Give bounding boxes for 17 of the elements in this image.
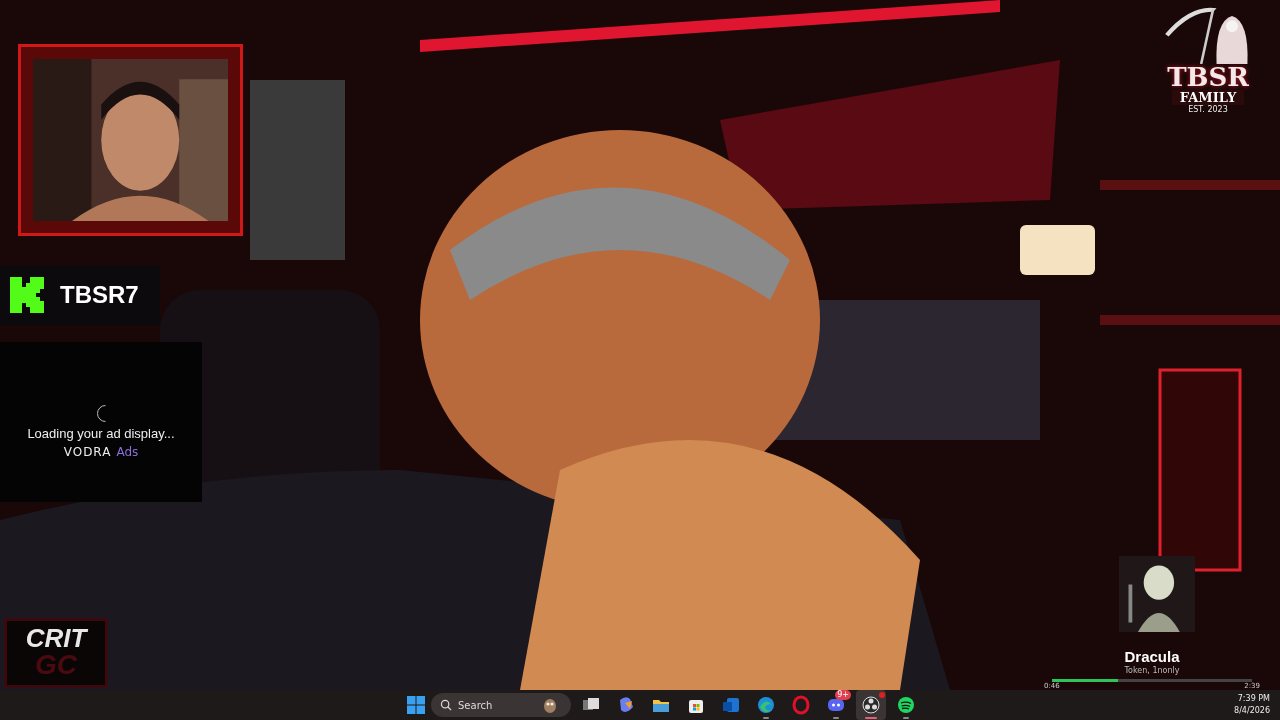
notification-badge: 9+ — [835, 690, 851, 700]
start-icon[interactable] — [406, 695, 426, 715]
ring-icon — [791, 695, 811, 715]
status-dot — [879, 692, 885, 698]
clock-date: 8/4/2026 — [1234, 705, 1270, 717]
running-indicator — [833, 717, 839, 719]
wave-icon — [756, 695, 776, 715]
running-indicator — [903, 717, 909, 719]
disc-icon — [861, 695, 881, 715]
search-field[interactable]: Search — [431, 693, 571, 717]
taskbar-app[interactable] — [856, 690, 886, 720]
taskbar-app[interactable]: 9+ — [821, 690, 851, 720]
running-indicator — [865, 717, 877, 719]
clock-time: 7:39 PM — [1237, 693, 1270, 705]
envelope-icon — [721, 695, 741, 715]
spotify-icon — [896, 695, 916, 715]
running-indicator — [763, 717, 769, 719]
